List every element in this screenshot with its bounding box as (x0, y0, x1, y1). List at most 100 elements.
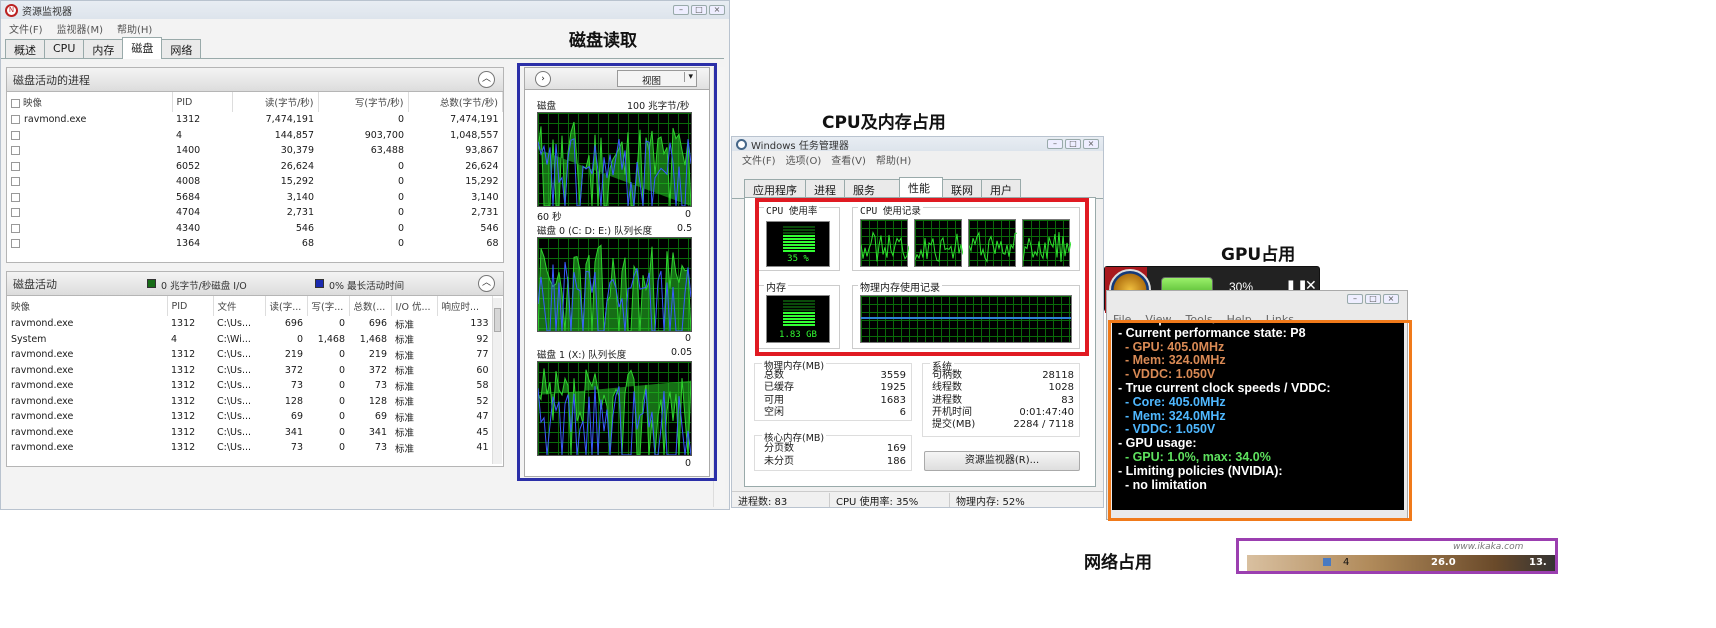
resmon-titlebar[interactable]: N 资源监视器 – □ × (1, 1, 729, 19)
table-row[interactable]: ravmond.exe 1312 C:\Us... 219 0 219 标准 77 (7, 347, 493, 363)
annotation-network: 网络占用 (1084, 553, 1152, 573)
table-cell: C:\Us... (217, 395, 251, 407)
table-row[interactable]: 4704 2,731 0 2,731 (7, 205, 503, 221)
table-cell: 5684 (176, 191, 201, 203)
minimize-button[interactable]: – (673, 5, 689, 15)
table-row[interactable]: ravmond.exe 1312 C:\Us... 128 0 128 标准 52 (7, 394, 493, 410)
tab-memory[interactable]: 内存 (83, 39, 124, 58)
cpu-mem-highlight (755, 198, 1089, 356)
menu-help[interactable]: 帮助(H) (876, 152, 911, 167)
row-checkbox[interactable] (11, 223, 20, 233)
tab-disk[interactable]: 磁盘 (122, 37, 163, 59)
table-row[interactable]: ravmond.exe 1312 C:\Us... 73 0 73 标准 41 (7, 440, 493, 456)
annotation-gpu: GPU占用 (1221, 245, 1296, 265)
col-image[interactable]: 映像 (23, 98, 42, 109)
col-total[interactable]: 总数(字节/秒) (408, 92, 503, 112)
select-all-checkbox[interactable] (11, 99, 20, 108)
disk-activity-header[interactable]: 磁盘活动 0 兆字节/秒磁盘 I/O 0% 最长活动时间 ︿ (7, 272, 503, 296)
table-cell: 372 (284, 364, 303, 376)
tab-network[interactable]: 网络 (161, 39, 202, 58)
resmon-app-icon: N (5, 3, 18, 17)
tab-services[interactable]: 服务 (844, 179, 900, 198)
table-cell: 标准 (395, 319, 415, 331)
menu-view[interactable]: 查看(V) (831, 152, 866, 167)
table-cell: 73 (374, 380, 387, 392)
menu-file[interactable]: 文件(F) (9, 21, 43, 36)
row-checkbox[interactable] (11, 192, 20, 202)
table-row[interactable]: 4340 546 0 546 (7, 221, 503, 237)
table-row[interactable]: ravmond.exe 1312 C:\Us... 69 0 69 标准 47 (7, 409, 493, 425)
table-row[interactable]: 4008 15,292 0 15,292 (7, 174, 503, 190)
col-write[interactable]: 写(字节/秒) (318, 92, 409, 112)
row-checkbox[interactable] (11, 115, 20, 125)
row-checkbox[interactable] (11, 208, 20, 218)
menu-help[interactable]: 帮助(H) (117, 21, 152, 36)
collapse-chevron-icon[interactable]: ︿ (478, 71, 495, 88)
row-checkbox[interactable] (11, 177, 20, 187)
table-row[interactable]: ravmond.exe 1312 C:\Us... 696 0 696 标准 133 (7, 316, 493, 332)
table-cell: C:\Wi... (217, 333, 251, 345)
table-cell: 1312 (171, 318, 196, 330)
stat-value: 186 (886, 455, 906, 467)
stat-row: 总数 3559 (764, 370, 906, 382)
table-cell: 1364 (176, 238, 201, 250)
col-io-priority[interactable]: I/O 优... (391, 296, 438, 316)
menu-monitor[interactable]: 监视器(M) (57, 21, 103, 36)
col-pid[interactable]: PID (167, 296, 214, 316)
col-write[interactable]: 写(字... (307, 296, 350, 316)
tab-performance[interactable]: 性能 (899, 177, 943, 199)
row-checkbox[interactable] (11, 130, 20, 140)
tab-users[interactable]: 用户 (981, 179, 1021, 198)
row-checkbox[interactable] (11, 146, 20, 156)
table-row[interactable]: ravmond.exe 1312 7,474,191 0 7,474,191 (7, 112, 503, 128)
tab-networking[interactable]: 联网 (942, 179, 982, 198)
tab-overview[interactable]: 概述 (5, 39, 45, 58)
status-processes: 进程数: 83 (732, 493, 830, 507)
col-read[interactable]: 读(字节/秒) (232, 92, 319, 112)
table-cell: 标准 (395, 428, 415, 440)
tab-processes[interactable]: 进程 (805, 179, 845, 198)
table-row[interactable]: 1364 68 0 68 (7, 236, 503, 252)
table-row[interactable]: 5684 3,140 0 3,140 (7, 190, 503, 206)
scrollbar-thumb[interactable] (494, 308, 501, 332)
collapse-chevron-icon[interactable]: ︿ (478, 275, 495, 292)
table-row[interactable]: ravmond.exe 1312 C:\Us... 341 0 341 标准 45 (7, 425, 493, 441)
table-cell: 144,857 (274, 129, 314, 141)
col-total[interactable]: 总数(... (349, 296, 392, 316)
close-button[interactable]: × (1083, 139, 1099, 149)
tab-applications[interactable]: 应用程序 (744, 179, 806, 198)
table-row[interactable]: System 4 C:\Wi... 0 1,468 1,468 标准 92 (7, 332, 493, 348)
table-row[interactable]: ravmond.exe 1312 C:\Us... 73 0 73 标准 58 (7, 378, 493, 394)
maximize-button[interactable]: □ (691, 5, 707, 15)
table-row[interactable]: 4 144,857 903,700 1,048,557 (7, 128, 503, 144)
disk-activity-scrollbar[interactable] (492, 298, 502, 464)
col-pid[interactable]: PID (172, 92, 233, 112)
minimize-button[interactable]: – (1347, 294, 1363, 304)
annotation-disk-read: 磁盘读取 (569, 31, 637, 51)
col-response-time[interactable]: 响应时... (437, 296, 493, 316)
col-image[interactable]: 映像 (7, 296, 168, 316)
table-row[interactable]: 6052 26,624 0 26,624 (7, 159, 503, 175)
table-row[interactable]: ravmond.exe 1312 C:\Us... 372 0 372 标准 60 (7, 363, 493, 379)
col-file[interactable]: 文件 (213, 296, 266, 316)
disk-processes-header[interactable]: 磁盘活动的进程 ︿ (7, 68, 503, 92)
maximize-button[interactable]: □ (1365, 294, 1381, 304)
table-row[interactable]: 1400 30,379 63,488 93,867 (7, 143, 503, 159)
row-checkbox[interactable] (11, 239, 20, 249)
taskmgr-titlebar[interactable]: Windows 任务管理器 – □ × (732, 137, 1103, 152)
resource-monitor-button[interactable]: 资源监视器(R)... (924, 451, 1080, 471)
network-value-1: 4 (1343, 557, 1350, 568)
table-cell: 1400 (176, 145, 201, 157)
menu-file[interactable]: 文件(F) (742, 152, 776, 167)
close-button[interactable]: × (709, 5, 725, 15)
tab-cpu[interactable]: CPU (44, 39, 85, 58)
table-cell: 128 (368, 395, 387, 407)
table-cell: 3,140 (286, 191, 314, 203)
minimize-button[interactable]: – (1047, 139, 1063, 149)
menu-options[interactable]: 选项(O) (786, 152, 822, 167)
row-checkbox[interactable] (11, 161, 20, 171)
col-read[interactable]: 读(字... (265, 296, 308, 316)
close-button[interactable]: × (1383, 294, 1399, 304)
maximize-button[interactable]: □ (1065, 139, 1081, 149)
stat-row: 线程数 1028 (932, 382, 1074, 394)
